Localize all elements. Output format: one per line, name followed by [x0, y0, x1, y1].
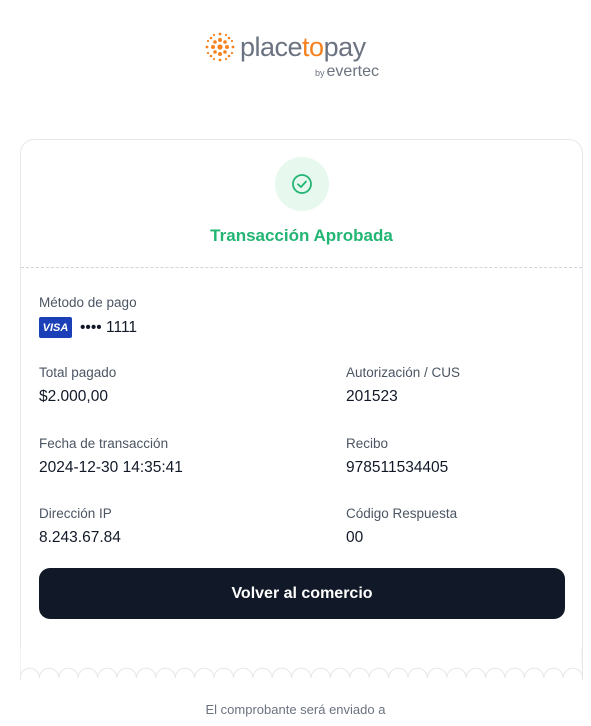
response-code: Código Respuesta 00 — [346, 505, 457, 548]
brand-name: placetopay — [240, 30, 366, 64]
receipt-value: 978511534405 — [346, 459, 449, 476]
receipt-card: Transacción Aprobada Método de pago VISA… — [20, 139, 583, 680]
ip-address: Dirección IP 8.243.67.84 — [39, 505, 121, 548]
check-circle-icon — [292, 174, 312, 194]
placetopay-logo: placetopay by evertec — [0, 30, 591, 82]
dashed-divider — [21, 267, 582, 268]
total-paid: Total pagado $2.000,00 — [39, 364, 116, 407]
brand-name-part2: to — [302, 32, 324, 62]
transaction-date: Fecha de transacción 2024-12-30 14:35:41 — [39, 435, 183, 478]
placetopay-dots-icon — [205, 32, 235, 62]
brand-parent: evertec — [326, 63, 379, 80]
transaction-date-label: Fecha de transacción — [39, 436, 169, 451]
status-icon-badge — [275, 157, 329, 211]
total-paid-value: $2.000,00 — [39, 388, 108, 405]
brand-name-part1: place — [240, 32, 303, 62]
payment-method: Método de pago VISA •••• 1111 — [39, 294, 137, 338]
card-number-masked: •••• 1111 — [80, 318, 138, 336]
receipt-scalloped-edge — [20, 648, 582, 679]
transaction-date-value: 2024-12-30 14:35:41 — [39, 459, 183, 476]
total-paid-label: Total pagado — [39, 365, 117, 380]
brand-byline: by evertec — [315, 62, 379, 83]
brand-by: by — [315, 68, 325, 78]
receipt-footer-note: El comprobante será enviado a — [205, 702, 386, 717]
authorization: Autorización / CUS 201523 — [346, 364, 460, 407]
authorization-label: Autorización / CUS — [346, 365, 461, 380]
payment-method-label: Método de pago — [39, 295, 137, 310]
receipt: Recibo 978511534405 — [346, 435, 448, 478]
ip-address-label: Dirección IP — [39, 506, 112, 521]
response-code-value: 00 — [346, 529, 364, 546]
receipt-label: Recibo — [346, 436, 389, 451]
authorization-value: 201523 — [346, 388, 398, 405]
response-code-label: Código Respuesta — [346, 506, 458, 521]
ip-address-value: 8.243.67.84 — [39, 529, 121, 546]
visa-card-icon: VISA — [39, 317, 72, 338]
transaction-status: Transacción Aprobada — [210, 226, 393, 245]
back-to-merchant-button[interactable]: Volver al comercio — [39, 568, 565, 619]
brand-name-part3: pay — [323, 32, 367, 62]
